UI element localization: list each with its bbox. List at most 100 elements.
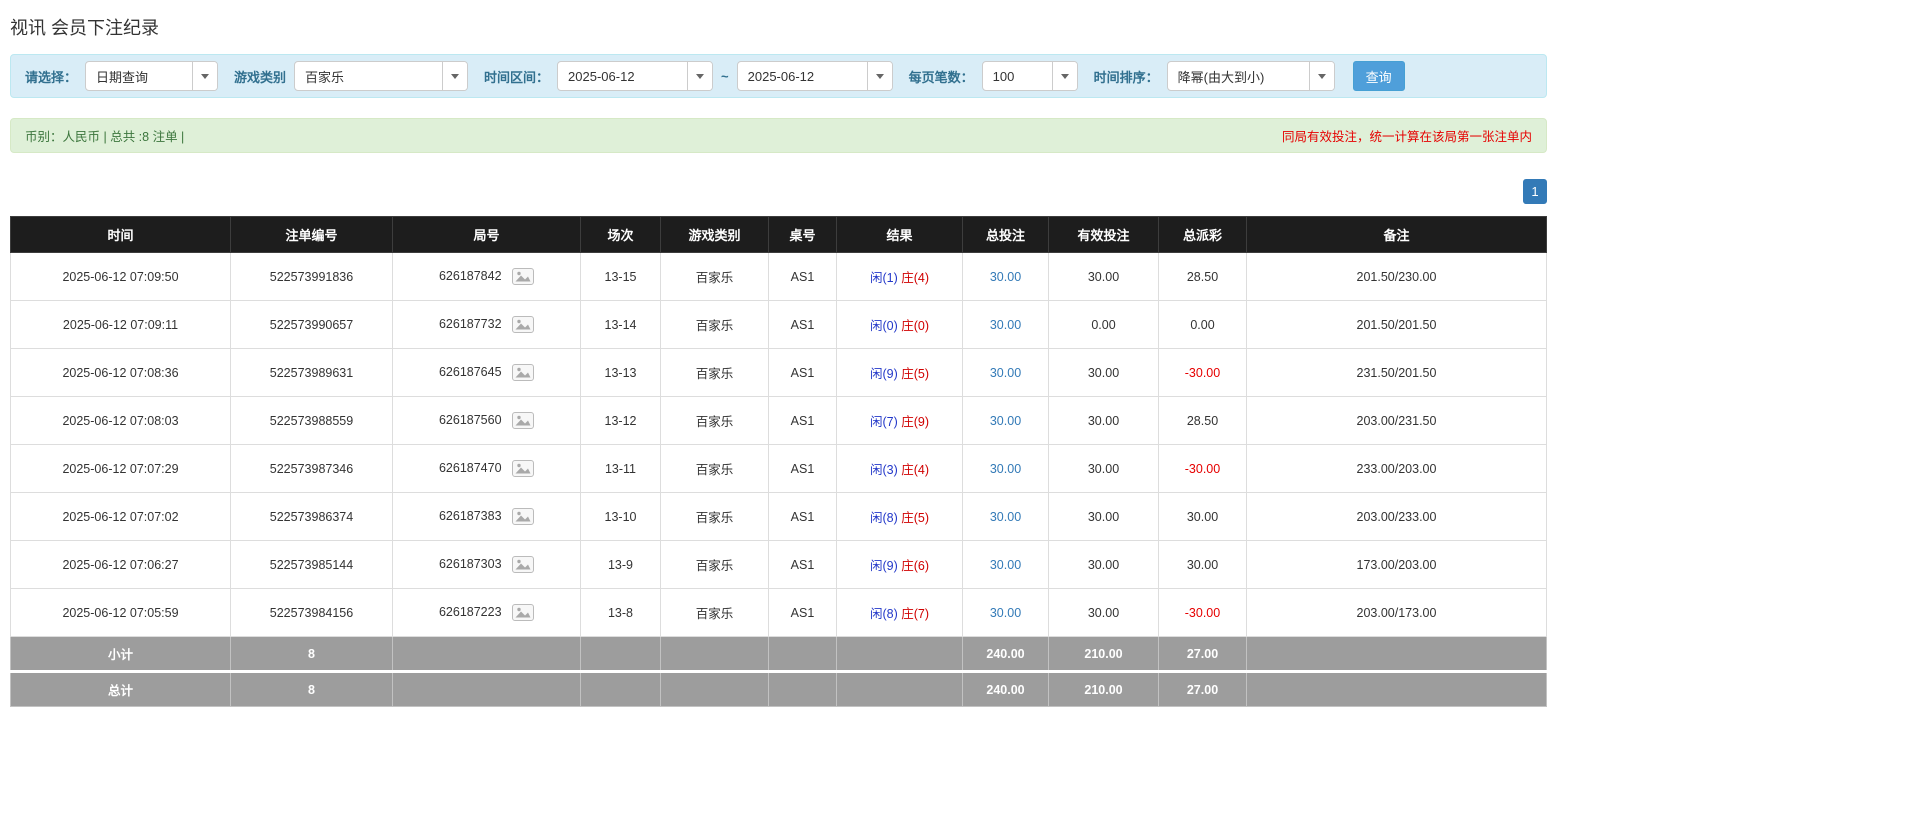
date-to-dropdown[interactable]: 2025-06-12 bbox=[737, 61, 893, 91]
cell-payout: 28.50 bbox=[1159, 397, 1247, 445]
round-result-image-icon[interactable] bbox=[512, 556, 534, 573]
game-type-dropdown[interactable]: 百家乐 bbox=[294, 61, 468, 91]
select-type-value: 日期查询 bbox=[86, 67, 158, 86]
chevron-down-icon bbox=[192, 62, 217, 90]
result-player: 闲(1) bbox=[870, 271, 898, 285]
result-banker: 庄(5) bbox=[901, 367, 929, 381]
cell-total-bet: 30.00 bbox=[963, 589, 1049, 637]
header-payout: 总派彩 bbox=[1159, 217, 1247, 253]
cell-total-bet: 30.00 bbox=[963, 541, 1049, 589]
total-row: 总计 8 240.00 210.00 27.00 bbox=[11, 672, 1547, 707]
cell-round-id: 626187303 bbox=[393, 541, 581, 589]
result-banker: 庄(6) bbox=[901, 559, 929, 573]
cell-game: 百家乐 bbox=[661, 493, 769, 541]
total-empty-cell bbox=[837, 672, 963, 707]
cell-result: 闲(0) 庄(0) bbox=[837, 301, 963, 349]
cell-result: 闲(9) 庄(6) bbox=[837, 541, 963, 589]
header-time: 时间 bbox=[11, 217, 231, 253]
total-bet-link[interactable]: 30.00 bbox=[990, 606, 1021, 620]
cell-round-id: 626187383 bbox=[393, 493, 581, 541]
cell-remark: 201.50/230.00 bbox=[1247, 253, 1547, 301]
header-session: 场次 bbox=[581, 217, 661, 253]
page-container: 视讯 会员下注纪录 请选择： 日期查询 游戏类别 百家乐 时间区间： 2025-… bbox=[0, 0, 1557, 715]
header-table-no: 桌号 bbox=[769, 217, 837, 253]
cell-payout: 0.00 bbox=[1159, 301, 1247, 349]
filter-group-select-type: 请选择： 日期查询 bbox=[25, 61, 218, 91]
cell-remark: 201.50/201.50 bbox=[1247, 301, 1547, 349]
result-player: 闲(0) bbox=[870, 319, 898, 333]
cell-session: 13-12 bbox=[581, 397, 661, 445]
total-bet-link[interactable]: 30.00 bbox=[990, 270, 1021, 284]
cell-round-id: 626187470 bbox=[393, 445, 581, 493]
round-result-image-icon[interactable] bbox=[512, 268, 534, 285]
cell-round-id: 626187223 bbox=[393, 589, 581, 637]
result-banker: 庄(4) bbox=[901, 463, 929, 477]
cell-valid-bet: 30.00 bbox=[1049, 253, 1159, 301]
cell-bet-id: 522573984156 bbox=[231, 589, 393, 637]
subtotal-empty-cell bbox=[837, 637, 963, 672]
subtotal-empty-cell bbox=[1247, 637, 1547, 672]
cell-valid-bet: 30.00 bbox=[1049, 589, 1159, 637]
cell-table-no: AS1 bbox=[769, 349, 837, 397]
subtotal-count: 8 bbox=[231, 637, 393, 672]
cell-session: 13-11 bbox=[581, 445, 661, 493]
total-empty-cell bbox=[661, 672, 769, 707]
date-from-dropdown[interactable]: 2025-06-12 bbox=[557, 61, 713, 91]
total-bet-link[interactable]: 30.00 bbox=[990, 462, 1021, 476]
subtotal-row: 小计 8 240.00 210.00 27.00 bbox=[11, 637, 1547, 672]
table-header: 时间 注单编号 局号 场次 游戏类别 桌号 结果 总投注 有效投注 总派彩 备注 bbox=[11, 217, 1547, 253]
filter-group-game-type: 游戏类别 百家乐 bbox=[234, 61, 468, 91]
round-result-image-icon[interactable] bbox=[512, 508, 534, 525]
round-id-text: 626187223 bbox=[439, 605, 502, 619]
round-result-image-icon[interactable] bbox=[512, 412, 534, 429]
valid-bet-notice-text: 同局有效投注，统一计算在该局第一张注单内 bbox=[1282, 126, 1532, 145]
round-id-text: 626187645 bbox=[439, 365, 502, 379]
cell-time: 2025-06-12 07:09:50 bbox=[11, 253, 231, 301]
cell-payout: 28.50 bbox=[1159, 253, 1247, 301]
result-player: 闲(7) bbox=[870, 415, 898, 429]
cell-round-id: 626187842 bbox=[393, 253, 581, 301]
cell-total-bet: 30.00 bbox=[963, 445, 1049, 493]
round-id-text: 626187732 bbox=[439, 317, 502, 331]
table-footer: 小计 8 240.00 210.00 27.00 总计 8 2 bbox=[11, 637, 1547, 707]
chevron-down-icon bbox=[442, 62, 467, 90]
cell-result: 闲(8) 庄(7) bbox=[837, 589, 963, 637]
total-empty-cell bbox=[581, 672, 661, 707]
cell-table-no: AS1 bbox=[769, 589, 837, 637]
date-from-value: 2025-06-12 bbox=[558, 69, 645, 84]
total-bet-link[interactable]: 30.00 bbox=[990, 510, 1021, 524]
round-result-image-icon[interactable] bbox=[512, 604, 534, 621]
page-size-dropdown[interactable]: 100 bbox=[982, 61, 1078, 91]
filter-bar: 请选择： 日期查询 游戏类别 百家乐 时间区间： 2025-06-12 ~ 20… bbox=[10, 54, 1547, 98]
total-payout: 27.00 bbox=[1159, 672, 1247, 707]
total-bet-link[interactable]: 30.00 bbox=[990, 414, 1021, 428]
cell-result: 闲(3) 庄(4) bbox=[837, 445, 963, 493]
filter-group-date-range: 时间区间： 2025-06-12 ~ 2025-06-12 bbox=[484, 61, 893, 91]
cell-payout: 30.00 bbox=[1159, 541, 1247, 589]
round-result-image-icon[interactable] bbox=[512, 316, 534, 333]
cell-time: 2025-06-12 07:09:11 bbox=[11, 301, 231, 349]
cell-remark: 173.00/203.00 bbox=[1247, 541, 1547, 589]
select-type-dropdown[interactable]: 日期查询 bbox=[85, 61, 218, 91]
total-bet-link[interactable]: 30.00 bbox=[990, 318, 1021, 332]
cell-bet-id: 522573988559 bbox=[231, 397, 393, 445]
page-button-1[interactable]: 1 bbox=[1523, 179, 1547, 204]
sort-dropdown[interactable]: 降幂(由大到小) bbox=[1167, 61, 1335, 91]
table-row: 2025-06-12 07:09:11 522573990657 6261877… bbox=[11, 301, 1547, 349]
total-count: 8 bbox=[231, 672, 393, 707]
result-banker: 庄(5) bbox=[901, 511, 929, 525]
cell-session: 13-9 bbox=[581, 541, 661, 589]
total-bet-link[interactable]: 30.00 bbox=[990, 366, 1021, 380]
round-result-image-icon[interactable] bbox=[512, 364, 534, 381]
search-button[interactable]: 查询 bbox=[1353, 61, 1405, 91]
header-bet-id: 注单编号 bbox=[231, 217, 393, 253]
total-empty-cell bbox=[769, 672, 837, 707]
cell-game: 百家乐 bbox=[661, 301, 769, 349]
cell-total-bet: 30.00 bbox=[963, 253, 1049, 301]
cell-valid-bet: 30.00 bbox=[1049, 397, 1159, 445]
round-result-image-icon[interactable] bbox=[512, 460, 534, 477]
total-bet-link[interactable]: 30.00 bbox=[990, 558, 1021, 572]
cell-valid-bet: 30.00 bbox=[1049, 445, 1159, 493]
result-player: 闲(8) bbox=[870, 511, 898, 525]
cell-payout: -30.00 bbox=[1159, 589, 1247, 637]
